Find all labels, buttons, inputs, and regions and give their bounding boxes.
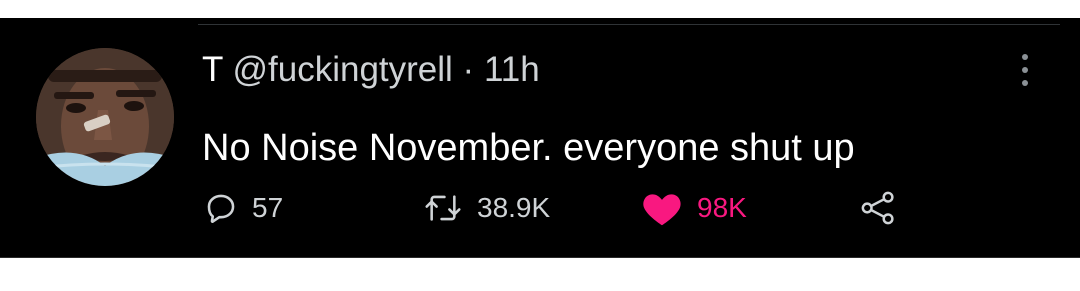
divider bbox=[198, 24, 1060, 25]
action-bar: 57 38.9K 98K bbox=[0, 186, 1080, 230]
avatar-image bbox=[36, 48, 174, 186]
timestamp[interactable]: 11h bbox=[484, 50, 540, 89]
like-count: 98K bbox=[697, 192, 747, 223]
reply-count: 57 bbox=[252, 192, 284, 223]
retweet-icon bbox=[425, 195, 461, 221]
share-button[interactable] bbox=[858, 186, 898, 230]
user-handle[interactable]: @fuckingtyrell bbox=[232, 50, 452, 89]
share-icon bbox=[861, 191, 894, 225]
like-button[interactable]: 98K bbox=[641, 186, 747, 230]
reply-button[interactable]: 57 bbox=[204, 186, 283, 230]
divider bbox=[0, 257, 1080, 258]
more-dot bbox=[1022, 54, 1028, 60]
retweet-count: 38.9K bbox=[477, 192, 551, 223]
tweet-text: No Noise November. everyone shut up bbox=[202, 127, 855, 169]
reply-icon bbox=[207, 194, 235, 223]
display-name[interactable]: T bbox=[202, 50, 223, 89]
more-icon[interactable] bbox=[1018, 48, 1032, 88]
separator: · bbox=[462, 50, 475, 89]
tweet-header: T @fuckingtyrell · 11h bbox=[202, 50, 540, 90]
retweet-button[interactable]: 38.9K bbox=[423, 186, 550, 230]
more-dot bbox=[1022, 67, 1028, 73]
avatar[interactable] bbox=[36, 48, 174, 186]
heart-icon bbox=[643, 194, 681, 226]
more-dot bbox=[1022, 80, 1028, 86]
tweet[interactable]: T @fuckingtyrell · 11h No Noise November… bbox=[0, 18, 1080, 258]
